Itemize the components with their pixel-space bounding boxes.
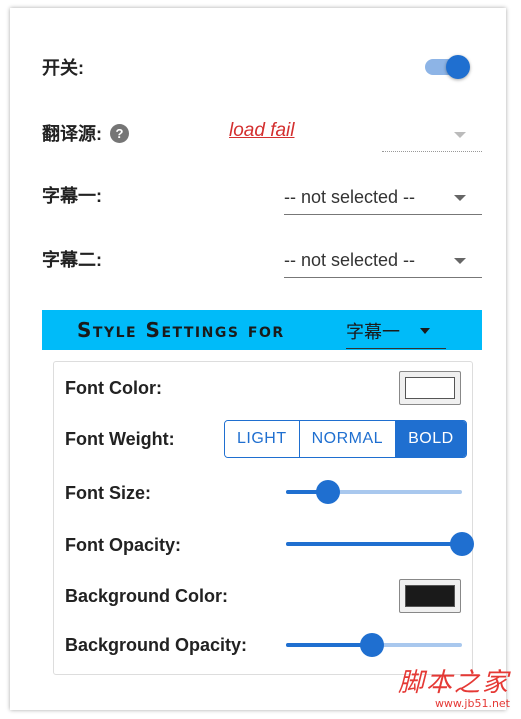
source-error-link[interactable]: load fail [229,120,295,142]
toggle-row: 开关: [42,49,483,85]
weight-bold-button[interactable]: BOLD [396,421,466,457]
source-label: 翻译源: [42,124,102,144]
watermark-brand: 脚本之家 [397,668,510,698]
switch-thumb[interactable] [446,55,470,79]
slider-fill [286,542,462,546]
font-opacity-slider[interactable] [286,530,474,558]
style-settings-title: Style Settings for [77,318,285,342]
help-icon[interactable]: ? [110,123,129,143]
weight-light-button[interactable]: LIGHT [225,421,300,457]
font-color-preview [405,377,455,399]
font-size-label: Font Size: [65,483,151,503]
font-weight-group: LIGHT NORMAL BOLD [224,420,467,458]
slider-knob[interactable] [360,633,385,657]
chevron-down-icon [454,132,466,138]
font-opacity-label: Font Opacity: [65,535,181,555]
style-settings-header: Style Settings for 字幕一 [42,310,482,350]
style-settings-box: Font Color: Font Weight: LIGHT NORMAL BO… [53,361,474,675]
subtitle2-label: 字幕二: [42,250,102,270]
source-label-wrap: 翻译源: ? [42,120,129,146]
subtitle1-value: -- not selected -- [284,186,416,207]
bg-color-picker[interactable] [399,579,461,613]
font-color-label: Font Color: [65,378,162,398]
toggle-label: 开关: [42,58,84,78]
bg-color-label: Background Color: [65,586,229,606]
slider-knob[interactable] [450,532,474,556]
font-color-picker[interactable] [399,371,461,405]
style-target-value: 字幕一 [346,322,400,342]
slider-knob[interactable] [316,480,341,504]
bg-opacity-slider[interactable] [286,631,462,659]
bg-color-preview [405,585,455,607]
subtitle2-select[interactable]: -- not selected -- [284,243,482,278]
font-size-slider[interactable] [286,478,462,506]
font-weight-label: Font Weight: [65,429,175,449]
style-target-select[interactable]: 字幕一 [346,314,446,349]
chevron-down-icon [454,195,466,201]
watermark: 脚本之家 www.jb51.net [390,662,510,710]
subtitle1-label: 字幕一: [42,186,102,206]
subtitle1-select[interactable]: -- not selected -- [284,180,482,215]
subtitle2-value: -- not selected -- [284,249,416,270]
bg-opacity-label: Background Opacity: [65,635,248,655]
chevron-down-icon [454,258,466,264]
chevron-down-icon [420,328,430,334]
weight-normal-button[interactable]: NORMAL [299,421,397,457]
source-select[interactable] [382,117,482,152]
enable-switch[interactable] [424,53,472,81]
